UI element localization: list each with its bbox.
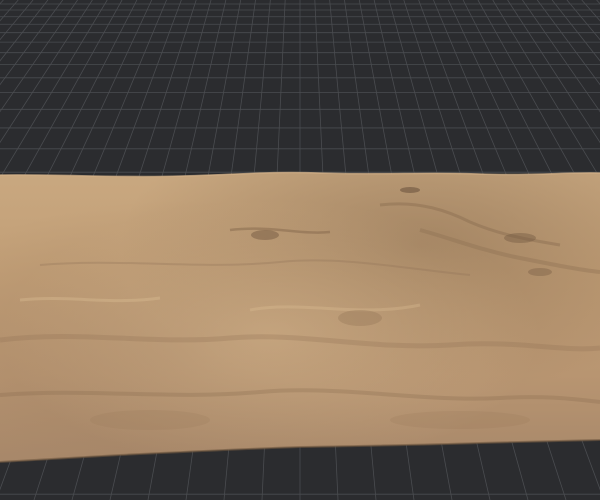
3d-viewport[interactable] <box>0 0 600 500</box>
viewport-canvas[interactable] <box>0 0 600 500</box>
terrain-mesh[interactable] <box>0 170 600 470</box>
terrain-shading <box>0 172 600 463</box>
